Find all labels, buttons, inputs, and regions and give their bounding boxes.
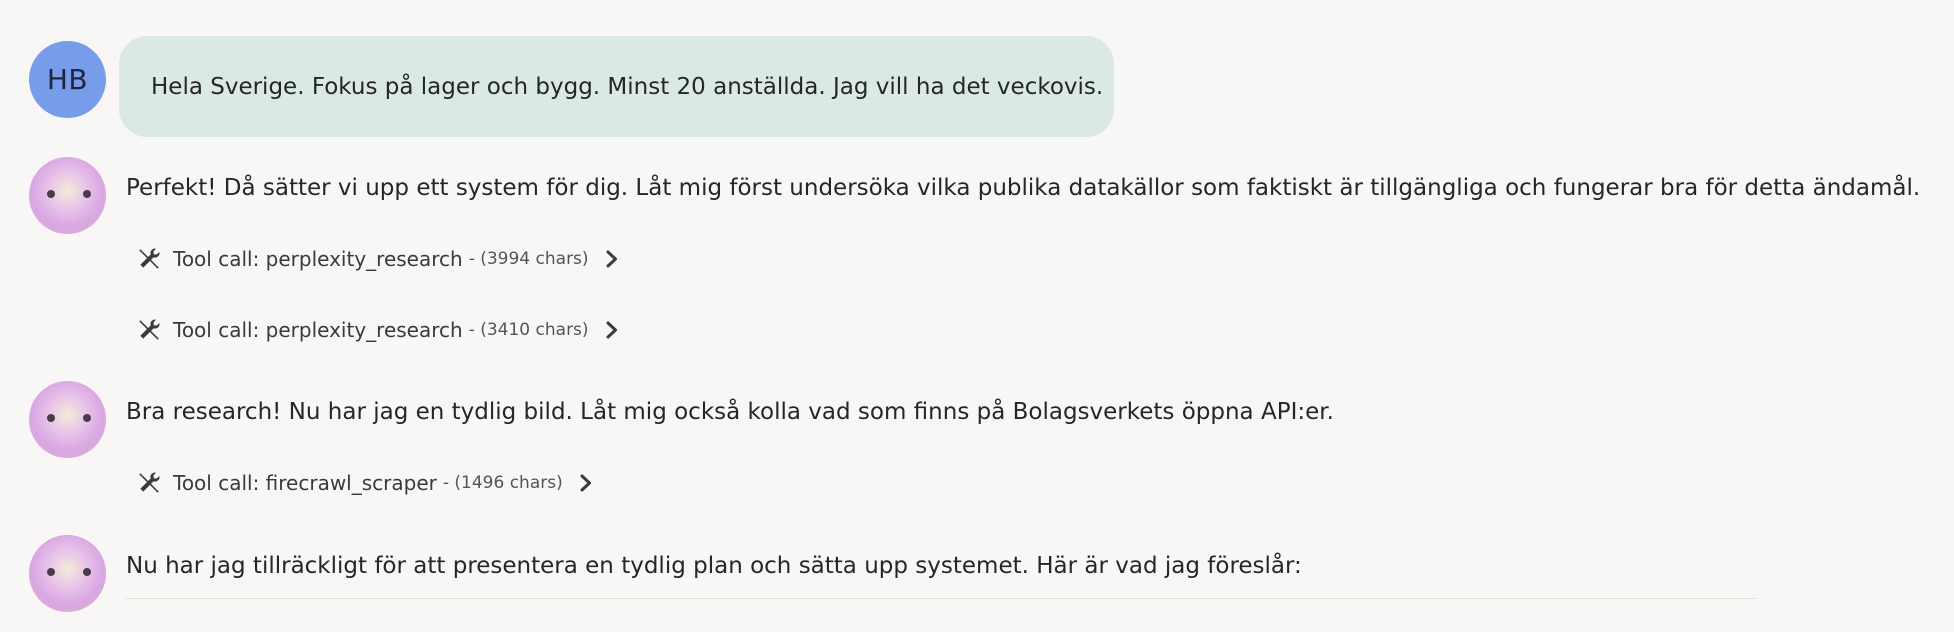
avatar-eye bbox=[83, 414, 91, 422]
tool-call-toggle[interactable]: Tool call: perplexity_research - (3410 c… bbox=[136, 312, 619, 348]
chevron-right-icon bbox=[606, 250, 617, 268]
assistant-message-text: Bra research! Nu har jag en tydlig bild.… bbox=[126, 399, 1334, 425]
user-initials: HB bbox=[46, 63, 89, 96]
tool-call-size: - (3410 chars) bbox=[468, 320, 589, 340]
user-message-text: Hela Sverige. Fokus på lager och bygg. M… bbox=[151, 73, 1104, 100]
divider bbox=[125, 598, 1757, 599]
tools-icon bbox=[139, 319, 160, 340]
tool-call-label: Tool call: perplexity_research bbox=[173, 247, 463, 271]
tools-icon bbox=[139, 248, 160, 269]
avatar-eye bbox=[83, 568, 91, 576]
assistant-message-text: Nu har jag tillräckligt för att presente… bbox=[126, 553, 1302, 579]
chevron-right-icon bbox=[580, 474, 591, 492]
avatar-eye bbox=[83, 190, 91, 198]
tool-call-label: Tool call: firecrawl_scraper bbox=[173, 471, 437, 495]
chat-thread: HB Hela Sverige. Fokus på lager och bygg… bbox=[0, 0, 1954, 632]
tool-call-toggle[interactable]: Tool call: perplexity_research - (3994 c… bbox=[136, 241, 619, 277]
user-avatar: HB bbox=[29, 41, 106, 118]
avatar-eye bbox=[47, 190, 55, 198]
avatar-eye bbox=[47, 414, 55, 422]
avatar-eye bbox=[47, 568, 55, 576]
tools-icon bbox=[139, 472, 160, 493]
tool-call-size: - (1496 chars) bbox=[442, 473, 563, 493]
assistant-avatar bbox=[29, 157, 106, 234]
assistant-avatar bbox=[29, 381, 106, 458]
chevron-right-icon bbox=[606, 321, 617, 339]
tool-call-size: - (3994 chars) bbox=[468, 249, 589, 269]
tool-call-label: Tool call: perplexity_research bbox=[173, 318, 463, 342]
tool-call-toggle[interactable]: Tool call: firecrawl_scraper - (1496 cha… bbox=[136, 465, 593, 501]
user-message-bubble: Hela Sverige. Fokus på lager och bygg. M… bbox=[119, 36, 1114, 137]
assistant-avatar bbox=[29, 535, 106, 612]
assistant-message-text: Perfekt! Då sätter vi upp ett system för… bbox=[126, 175, 1921, 201]
